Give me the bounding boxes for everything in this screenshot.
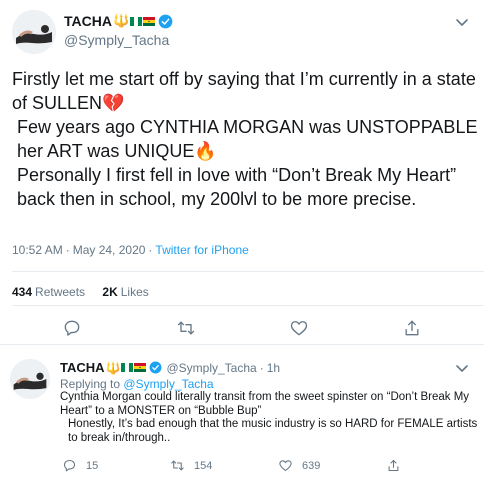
- tweet-paragraph: Personally I first fell in love with “Do…: [17, 165, 457, 209]
- retweet-action[interactable]: 154: [170, 458, 212, 473]
- retweet-icon[interactable]: [176, 318, 196, 338]
- author-name-row: TACHA 🔱: [64, 13, 173, 29]
- avatar[interactable]: [10, 359, 50, 399]
- reply-icon: [63, 459, 76, 472]
- retweets-label: Retweets: [35, 285, 86, 299]
- retweet-icon: [171, 460, 184, 471]
- likes-stat[interactable]: 2K Likes: [102, 285, 162, 299]
- share-icon: [388, 459, 399, 472]
- share-icon[interactable]: [402, 318, 422, 338]
- tweet-paragraph: Firstly let me start off by saying that …: [12, 69, 476, 113]
- caret-down-icon[interactable]: [454, 14, 470, 30]
- nigeria-flag-icon: [130, 16, 143, 26]
- reply-action[interactable]: 15: [62, 458, 98, 473]
- reply-icon[interactable]: [62, 318, 82, 338]
- author-name-row: TACHA 🔱 @Symply_Tacha · 1h: [60, 360, 280, 375]
- replying-to: Replying to @Symply_Tacha: [60, 377, 214, 391]
- handle[interactable]: @Symply_Tacha: [166, 361, 256, 375]
- reply-actions: 15 154 639: [0, 458, 484, 476]
- like-count: 639: [302, 459, 321, 472]
- tweet-paragraph: Few years ago CYNTHIA MORGAN was UNSTOPP…: [17, 117, 478, 161]
- tweet-date[interactable]: May 24, 2020: [73, 243, 146, 257]
- retweet-count: 154: [194, 459, 213, 472]
- tweet-stats: 434 Retweets 2K Likes: [12, 285, 163, 299]
- reply-paragraph: Honestly, It’s bad enough that the music…: [68, 418, 478, 444]
- trident-emoji: 🔱: [112, 13, 130, 28]
- ghana-flag-icon: [134, 363, 147, 372]
- likes-count: 2K: [102, 285, 118, 299]
- like-icon: [279, 460, 292, 472]
- divider: [12, 305, 484, 306]
- ghana-flag-icon: [143, 16, 156, 26]
- like-action[interactable]: 639: [278, 458, 320, 473]
- replying-mention[interactable]: @Symply_Tacha: [123, 377, 213, 391]
- reply-tweet[interactable]: TACHA 🔱 @Symply_Tacha · 1h Replying to @…: [0, 346, 484, 480]
- tweet-age[interactable]: 1h: [267, 361, 280, 375]
- tweet-text: Firstly let me start off by saying that …: [12, 67, 478, 211]
- divider: [12, 271, 484, 272]
- tweet-time[interactable]: 10:52 AM: [12, 243, 63, 257]
- display-name[interactable]: TACHA: [64, 13, 112, 29]
- separator-dot: ·: [259, 360, 264, 375]
- reply-count: 15: [86, 459, 99, 472]
- reply-text: Cynthia Morgan could literally transit f…: [60, 391, 478, 445]
- avatar[interactable]: [12, 10, 56, 54]
- main-tweet: TACHA 🔱 @Symply_Tacha Firstly let me sta…: [0, 0, 484, 345]
- avatar-image: [12, 10, 56, 54]
- verified-badge-icon: [150, 361, 162, 374]
- display-name[interactable]: TACHA: [60, 360, 105, 375]
- tweet-actions: [0, 318, 484, 340]
- likes-label: Likes: [120, 285, 149, 299]
- tweet-meta: 10:52 AM · May 24, 2020 · Twitter for iPhone: [12, 243, 249, 257]
- retweets-stat[interactable]: 434 Retweets: [12, 285, 99, 299]
- reply-paragraph: Cynthia Morgan could literally transit f…: [60, 391, 470, 417]
- handle[interactable]: @Symply_Tacha: [64, 32, 169, 48]
- retweets-count: 434: [12, 285, 33, 299]
- replying-label: Replying to: [60, 377, 121, 391]
- trident-emoji: 🔱: [105, 360, 121, 375]
- nigeria-flag-icon: [121, 363, 134, 372]
- share-action[interactable]: [386, 458, 410, 473]
- like-icon[interactable]: [289, 318, 309, 338]
- caret-down-icon[interactable]: [454, 360, 470, 376]
- avatar-image: [10, 359, 50, 399]
- verified-badge-icon: [158, 14, 173, 28]
- tweet-source[interactable]: Twitter for iPhone: [155, 243, 248, 257]
